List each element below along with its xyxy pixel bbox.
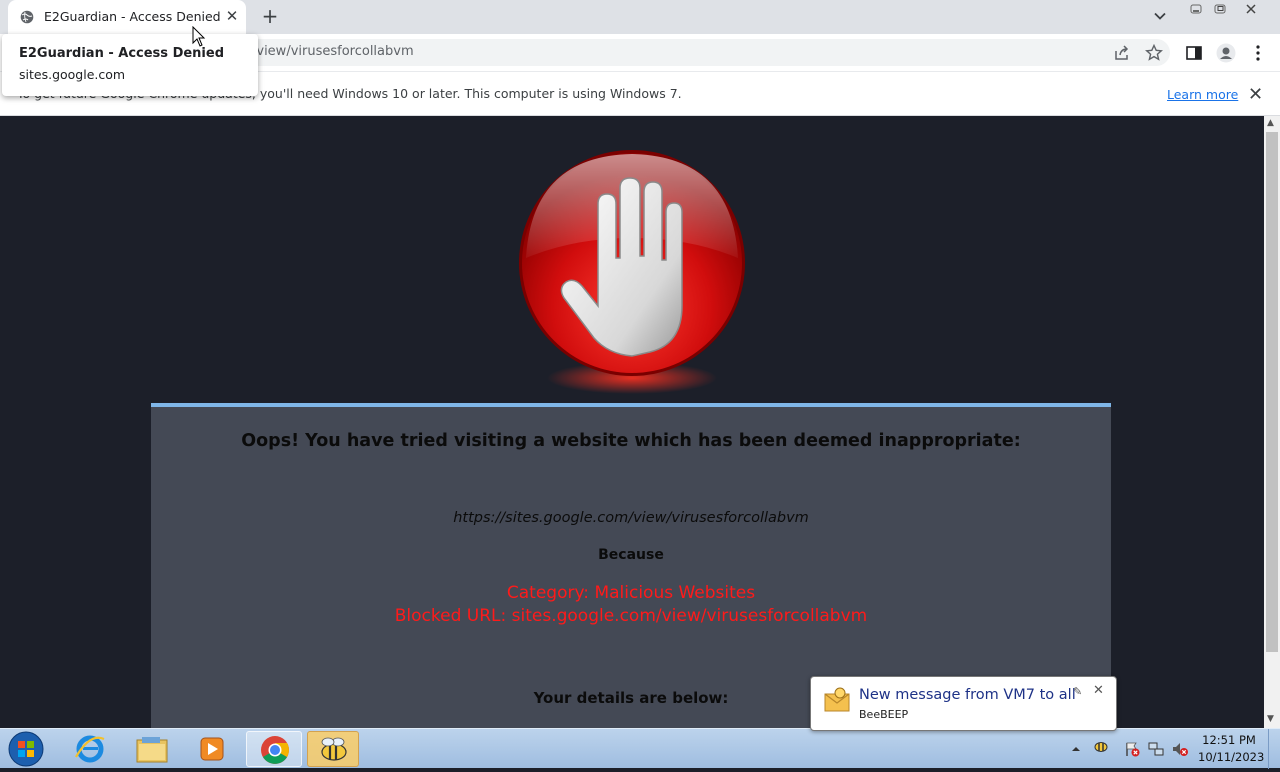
clock-time[interactable]: 12:51 PM	[1198, 733, 1260, 747]
block-heading: Oops! You have tried visiting a website …	[241, 431, 1021, 451]
action-center-flag-icon[interactable]	[1124, 741, 1140, 757]
because-label: Because	[598, 547, 664, 563]
tab-hover-card: E2Guardian - Access Denied sites.google.…	[2, 34, 258, 96]
bee-icon	[321, 737, 347, 761]
share-icon[interactable]	[1113, 44, 1131, 62]
bookmark-star-icon[interactable]	[1145, 44, 1163, 62]
volume-muted-icon[interactable]	[1172, 741, 1188, 757]
windows-taskbar: 12:51 PM 10/11/2023	[0, 728, 1280, 769]
hover-card-title: E2Guardian - Access Denied	[19, 46, 225, 61]
internet-explorer-icon	[75, 735, 105, 763]
menu-dots-icon[interactable]	[1250, 44, 1266, 62]
scroll-thumb[interactable]	[1266, 132, 1278, 652]
stop-hand-icon	[519, 150, 745, 394]
category-reason: Category: Malicious Websites	[506, 583, 756, 603]
learn-more-link[interactable]: Learn more	[1167, 87, 1238, 102]
page-content: Oops! You have tried visiting a website …	[0, 116, 1264, 728]
beebeep-notification[interactable]: New message from VM7 to all BeeBEEP ✎ ✕	[810, 676, 1117, 731]
notification-app-name: BeeBEEP	[859, 708, 909, 721]
url-text[interactable]: /view/virusesforcollabvm	[252, 44, 414, 59]
wrench-icon[interactable]: ✎	[1073, 685, 1082, 698]
globe-icon	[20, 10, 34, 24]
show-hidden-icons-icon[interactable]	[1070, 741, 1082, 757]
taskbar-media-player[interactable]	[184, 731, 240, 767]
scroll-up-arrow-icon[interactable]: ▲	[1267, 118, 1274, 128]
scroll-down-arrow-icon[interactable]: ▼	[1267, 714, 1274, 724]
page-scrollbar[interactable]: ▲ ▼	[1264, 116, 1280, 728]
browser-tab[interactable]: E2Guardian - Access Denied ✕	[8, 0, 246, 34]
start-button-icon[interactable]	[6, 730, 46, 768]
network-icon[interactable]	[1148, 741, 1164, 757]
media-player-icon	[200, 737, 224, 761]
folder-icon	[136, 737, 168, 763]
mouse-cursor-icon	[192, 26, 206, 47]
restore-icon[interactable]	[1208, 1, 1232, 17]
chrome-icon	[261, 736, 289, 764]
show-desktop-button[interactable]	[1268, 729, 1280, 769]
side-panel-icon[interactable]	[1185, 44, 1203, 62]
infobar-close-icon[interactable]: ✕	[1248, 84, 1263, 105]
taskbar-chrome[interactable]	[246, 731, 302, 767]
close-window-icon[interactable]	[1232, 1, 1272, 17]
chevron-down-icon[interactable]	[1152, 8, 1168, 24]
hover-card-url: sites.google.com	[19, 67, 126, 82]
notification-close-icon[interactable]: ✕	[1093, 683, 1104, 698]
profile-avatar-icon[interactable]	[1216, 43, 1236, 63]
taskbar-file-explorer[interactable]	[124, 731, 180, 767]
tab-close-icon[interactable]: ✕	[224, 8, 240, 24]
notification-title: New message from VM7 to all	[859, 687, 1076, 703]
minimize-icon[interactable]	[1184, 1, 1208, 17]
new-tab-button[interactable]: +	[260, 6, 280, 26]
taskbar-beebeep[interactable]	[307, 731, 359, 767]
tab-title: E2Guardian - Access Denied	[44, 9, 221, 24]
clock-date[interactable]: 10/11/2023	[1198, 750, 1264, 764]
blocked-url: https://sites.google.com/view/virusesfor…	[453, 510, 809, 526]
envelope-icon	[824, 687, 850, 712]
taskbar-internet-explorer[interactable]	[62, 731, 118, 767]
blocked-url-reason: Blocked URL: sites.google.com/view/virus…	[394, 606, 868, 626]
beebeep-tray-icon[interactable]	[1093, 738, 1109, 754]
address-bar[interactable]: /view/virusesforcollabvm	[170, 39, 1170, 66]
